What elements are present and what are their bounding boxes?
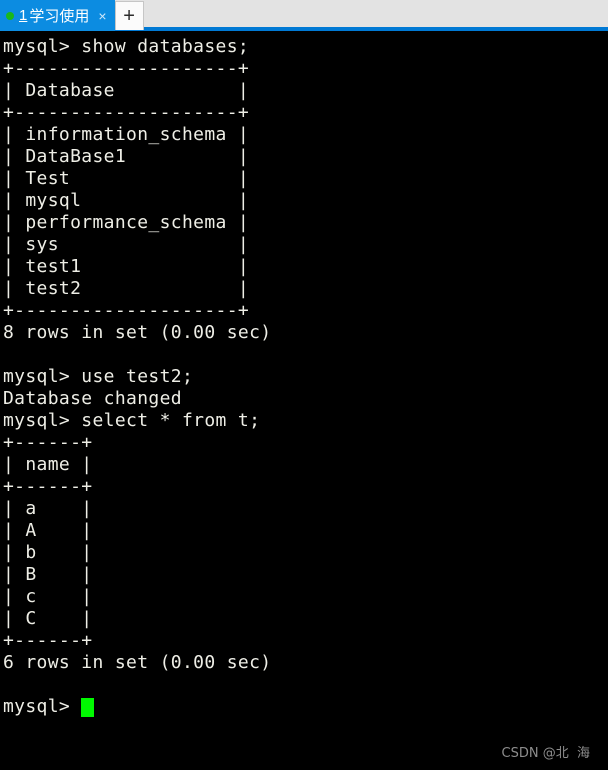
terminal-line: +--------------------+	[3, 300, 250, 321]
block-cursor-icon	[81, 697, 95, 717]
terminal-line: +--------------------+	[3, 58, 250, 79]
terminal-line: +--------------------+	[3, 102, 250, 123]
terminal-line: | A |	[3, 520, 93, 541]
green-status-dot-icon	[6, 11, 14, 20]
terminal-lines: mysql> show databases; +-----------------…	[3, 36, 608, 696]
terminal-line: +------+	[3, 630, 93, 651]
terminal-line: | c |	[3, 586, 93, 607]
tab-index-label: 1	[19, 7, 28, 24]
terminal-line: mysql> show databases;	[3, 36, 250, 57]
terminal-output-area[interactable]: mysql> show databases; +-----------------…	[0, 31, 608, 770]
terminal-line: | information_schema |	[3, 124, 250, 145]
new-tab-button[interactable]: +	[114, 1, 144, 30]
terminal-line: | test1 |	[3, 256, 250, 277]
terminal-line: mysql> select * from t;	[3, 410, 261, 431]
terminal-line: | test2 |	[3, 278, 250, 299]
terminal-line: | C |	[3, 608, 93, 629]
terminal-line: 8 rows in set (0.00 sec)	[3, 322, 272, 343]
terminal-line: | DataBase1 |	[3, 146, 250, 167]
terminal-line: mysql> use test2;	[3, 366, 194, 387]
terminal-line: | mysql |	[3, 190, 250, 211]
terminal-line: +------+	[3, 476, 93, 497]
terminal-line: | Test |	[3, 168, 250, 189]
terminal-line: | Database |	[3, 80, 250, 101]
tab-bar-empty-area	[143, 0, 608, 31]
close-icon[interactable]: ×	[98, 9, 106, 23]
tab-active-learning[interactable]: 1 学习使用 ×	[0, 0, 115, 31]
terminal-line: | sys |	[3, 234, 250, 255]
terminal-prompt-line: mysql>	[3, 696, 608, 718]
terminal-line: | b |	[3, 542, 93, 563]
terminal-line: 6 rows in set (0.00 sec)	[3, 652, 272, 673]
prompt-label: mysql>	[3, 696, 82, 717]
tab-bar: 1 学习使用 × +	[0, 0, 608, 31]
terminal-line: | B |	[3, 564, 93, 585]
terminal-line: +------+	[3, 432, 93, 453]
watermark-label: CSDN @北 海	[501, 746, 590, 761]
terminal-line: | name |	[3, 454, 93, 475]
terminal-line: | a |	[3, 498, 93, 519]
tab-title-label: 学习使用	[29, 6, 90, 25]
terminal-line: | performance_schema |	[3, 212, 250, 233]
terminal-line: Database changed	[3, 388, 182, 409]
